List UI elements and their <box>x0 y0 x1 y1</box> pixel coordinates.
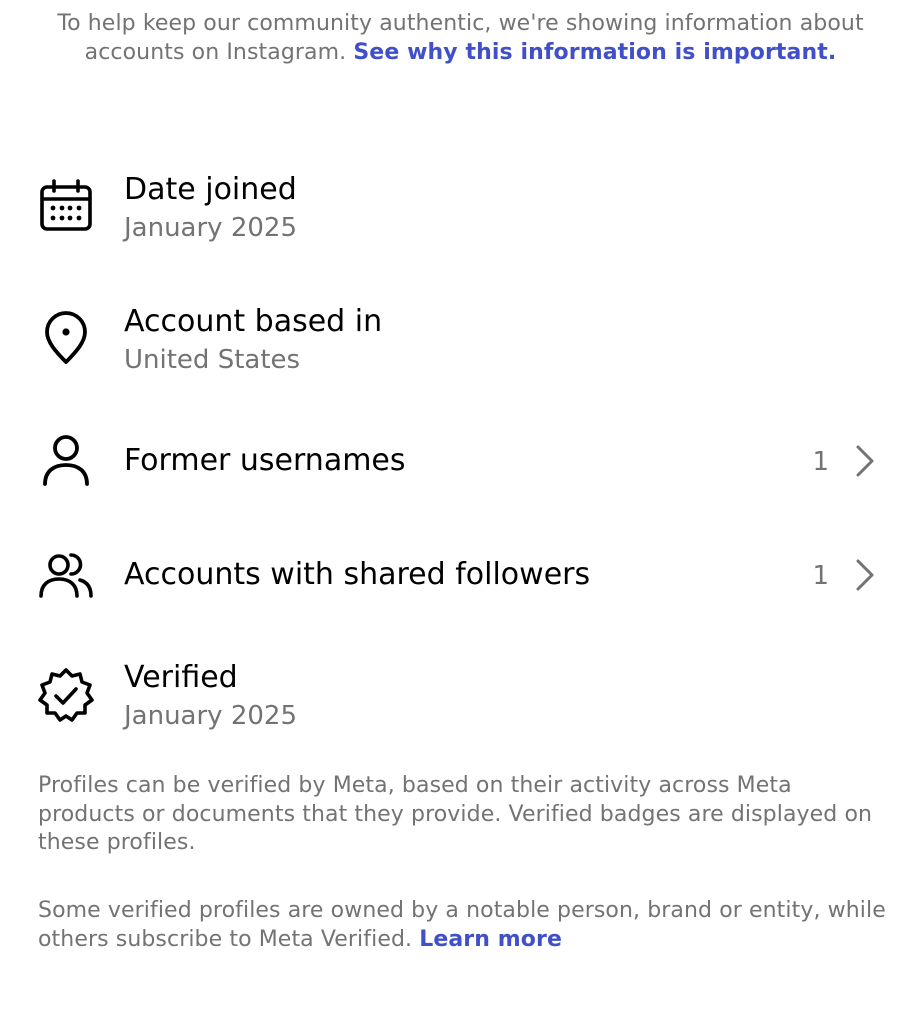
subscription-info-text: Some verified profiles are owned by a no… <box>38 897 888 954</box>
verified-badge-icon <box>36 666 96 726</box>
shared-followers-row[interactable]: Accounts with shared followers 1 <box>0 544 921 606</box>
chevron-right-icon <box>856 445 874 477</box>
former-usernames-count: 1 <box>812 447 829 477</box>
people-icon <box>36 544 96 604</box>
account-based-in-value: United States <box>124 345 301 375</box>
date-joined-row: Date joined January 2025 <box>0 168 921 258</box>
intro-text: To help keep our community authentic, we… <box>40 10 881 67</box>
shared-followers-count: 1 <box>812 561 829 591</box>
date-joined-title: Date joined <box>124 172 297 207</box>
learn-more-link[interactable]: Learn more <box>419 927 562 952</box>
verified-title: Verified <box>124 660 238 695</box>
person-icon <box>36 430 96 490</box>
former-usernames-title: Former usernames <box>124 443 406 478</box>
why-important-link[interactable]: See why this information is important. <box>353 40 836 65</box>
former-usernames-row[interactable]: Former usernames 1 <box>0 430 921 492</box>
verified-row: Verified January 2025 <box>0 656 921 746</box>
calendar-icon <box>36 176 96 236</box>
verified-value: January 2025 <box>124 701 297 731</box>
date-joined-value: January 2025 <box>124 213 297 243</box>
chevron-right-icon <box>856 559 874 591</box>
verified-info-text: Profiles can be verified by Meta, based … <box>38 773 873 855</box>
account-based-in-row: Account based in United States <box>0 300 921 390</box>
shared-followers-title: Accounts with shared followers <box>124 557 591 592</box>
location-pin-icon <box>36 308 96 368</box>
account-based-in-title: Account based in <box>124 304 383 339</box>
